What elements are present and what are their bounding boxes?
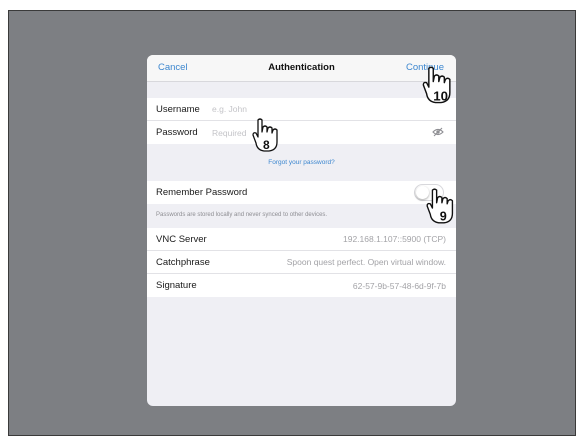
- navigation-bar: Cancel Authentication Continue: [147, 55, 456, 82]
- remember-password-row: Remember Password: [147, 181, 456, 204]
- password-label: Password: [156, 127, 198, 138]
- callout-number-8: 8: [263, 138, 270, 152]
- catchphrase-value: Spoon quest perfect. Open virtual window…: [286, 257, 446, 267]
- remember-footnote: Passwords are stored locally and never s…: [156, 212, 328, 218]
- eye-slash-icon[interactable]: [432, 127, 444, 137]
- remember-group: Remember Password: [147, 181, 456, 204]
- callout-number-10: 10: [433, 88, 448, 103]
- remember-password-label: Remember Password: [156, 187, 248, 198]
- credentials-group: Username e.g. John Password Required: [147, 98, 456, 144]
- pointing-hand-icon: 9: [426, 188, 454, 224]
- username-label: Username: [156, 103, 200, 115]
- forgot-password-link[interactable]: Forgot your password?: [147, 159, 456, 166]
- callout-number-9: 9: [440, 210, 447, 224]
- info-row-signature: Signature 62-57-9b-57-48-6d-9f-7b: [147, 274, 456, 297]
- info-row-vnc-server: VNC Server 192.168.1.107::5900 (TCP): [147, 228, 456, 251]
- password-row[interactable]: Password Required: [147, 121, 456, 144]
- authentication-sheet: Cancel Authentication Continue Username …: [147, 55, 456, 406]
- connection-info-group: VNC Server 192.168.1.107::5900 (TCP) Cat…: [147, 228, 456, 297]
- info-row-catchphrase: Catchphrase Spoon quest perfect. Open vi…: [147, 251, 456, 274]
- vnc-server-label: VNC Server: [156, 233, 207, 245]
- username-row[interactable]: Username e.g. John: [147, 98, 456, 121]
- password-field[interactable]: Required: [212, 128, 247, 138]
- vnc-server-value: 192.168.1.107::5900 (TCP): [342, 234, 446, 244]
- signature-value: 62-57-9b-57-48-6d-9f-7b: [352, 280, 446, 291]
- username-field[interactable]: e.g. John: [212, 104, 247, 114]
- pointing-hand-icon: 10: [422, 66, 451, 103]
- catchphrase-label: Catchphrase: [156, 256, 210, 268]
- pointing-hand-icon: 8: [252, 118, 278, 152]
- signature-label: Signature: [156, 280, 197, 291]
